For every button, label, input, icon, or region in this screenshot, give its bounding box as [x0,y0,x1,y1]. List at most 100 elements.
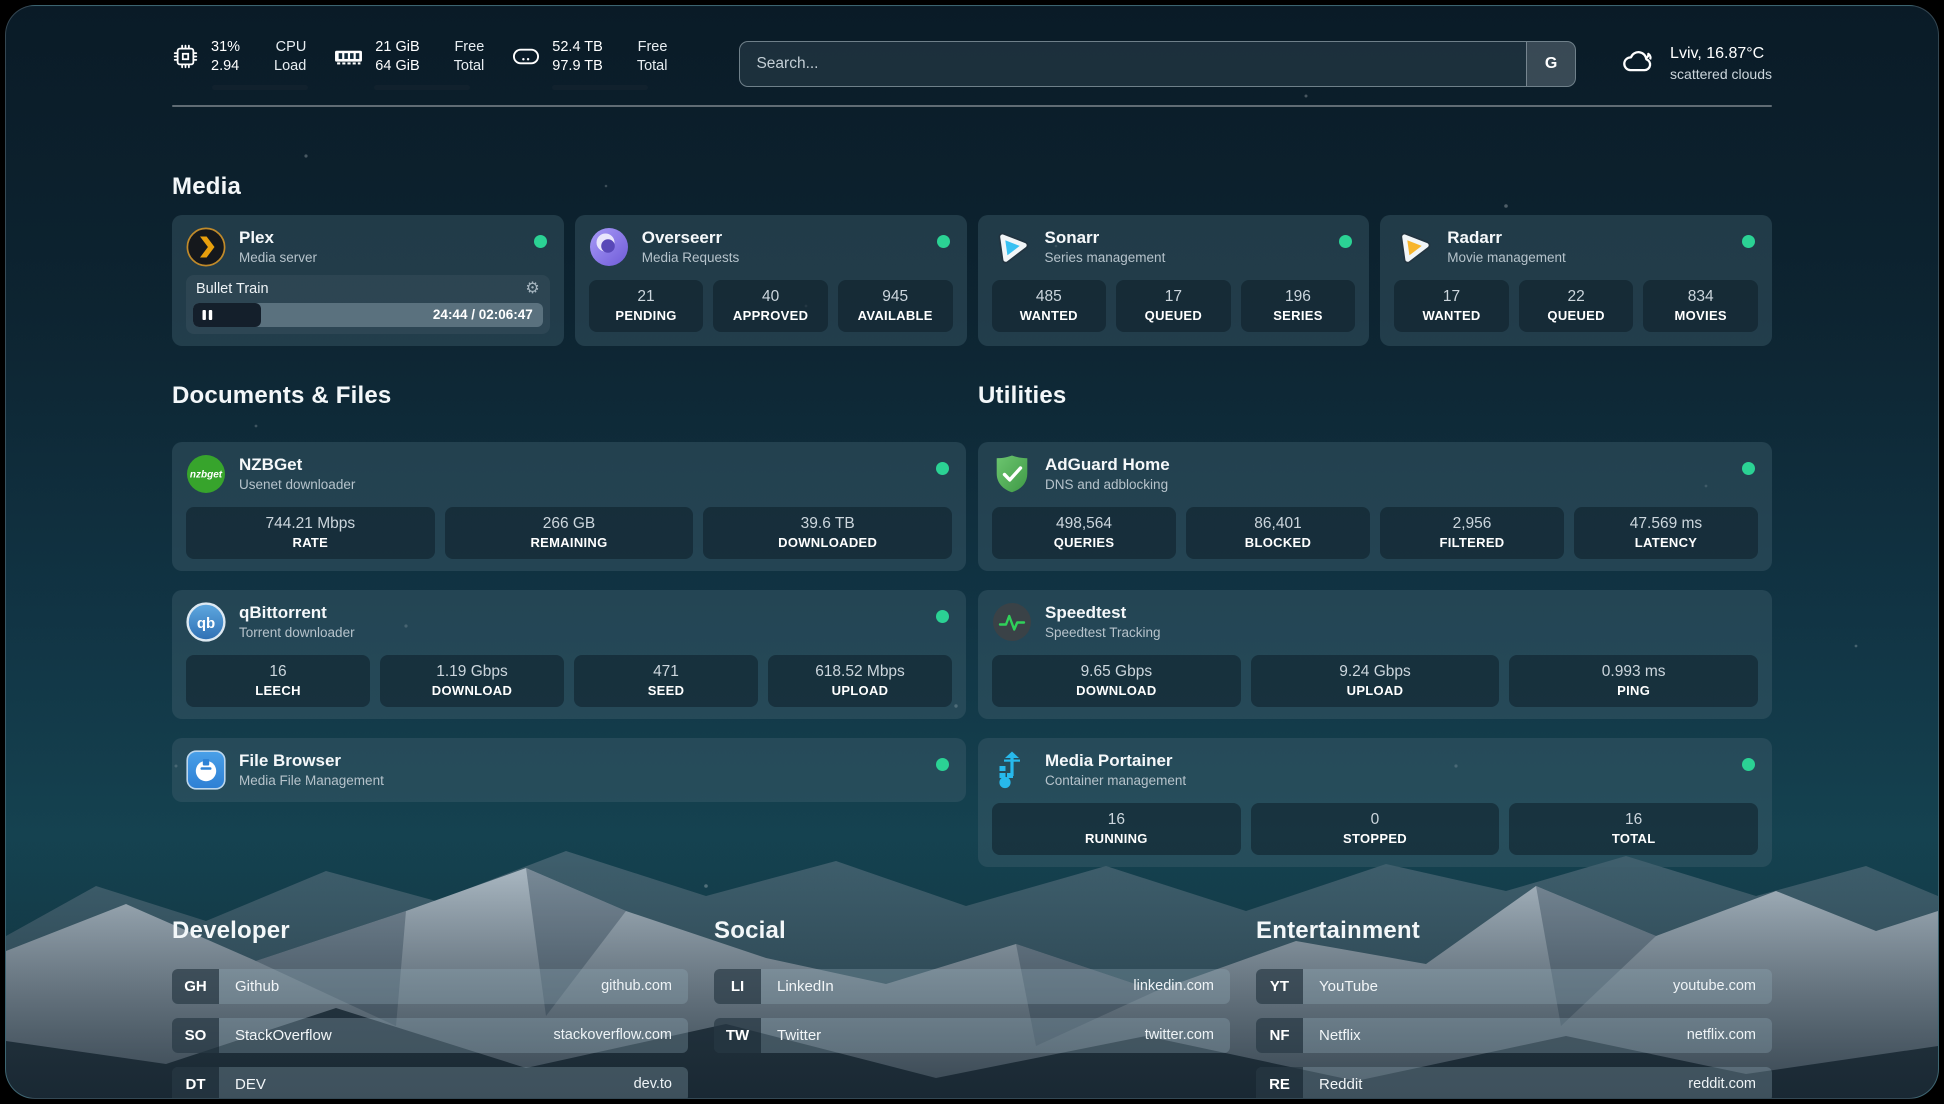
app-name: Speedtest [1045,603,1161,623]
stat-filtered: 2,956 FILTERED [1380,507,1564,559]
gear-icon[interactable]: ⚙ [525,281,539,297]
bookmark-url: netflix.com [1687,1027,1772,1043]
bookmark-name: DEV [219,1076,634,1093]
stat-download: 1.19 Gbps DOWNLOAD [380,655,564,707]
weather-condition: scattered clouds [1670,65,1772,83]
disk-free-value: 52.4 TB [552,38,603,57]
portainer-icon [992,750,1032,790]
svg-text:nzbget: nzbget [190,469,223,480]
stat-queued: 22 QUEUED [1519,280,1634,332]
cpu-progress-bar [212,85,308,90]
ram-total-label: Total [454,57,485,76]
bookmark-reddit[interactable]: RE Reddit reddit.com [1256,1067,1772,1099]
search-engine-button[interactable]: G [1526,42,1575,86]
app-desc: Media File Management [239,773,384,788]
entertainment-section-title: Entertainment [1256,917,1772,945]
filebrowser-icon [186,750,226,790]
bookmark-netflix[interactable]: NF Netflix netflix.com [1256,1018,1772,1053]
bookmark-name: YouTube [1303,978,1673,995]
bookmark-name: Github [219,978,601,995]
status-dot [1742,235,1755,248]
disk-total-value: 97.9 TB [552,57,603,76]
stat-upload: 618.52 Mbps UPLOAD [768,655,952,707]
svg-text:qb: qb [197,615,215,632]
ram-progress-bar [374,85,470,90]
disk-free-label: Free [637,38,668,57]
bookmark-url: youtube.com [1673,978,1772,994]
bookmark-youtube[interactable]: YT YouTube youtube.com [1256,969,1772,1004]
app-name: Overseerr [642,228,740,248]
section-media: Media Plex Media server [172,173,1772,346]
app-name: qBittorrent [239,603,355,623]
app-name: AdGuard Home [1045,455,1170,475]
app-card-adguard[interactable]: AdGuard Home DNS and adblocking 498,564 … [978,442,1772,571]
stat-download: 9.65 Gbps DOWNLOAD [992,655,1241,707]
developer-section-title: Developer [172,917,688,945]
status-dot [534,235,547,248]
ram-stat: 21 GiB 64 GiB Free Total [334,38,484,90]
bookmark-name: StackOverflow [219,1027,554,1044]
bookmark-twitter[interactable]: TW Twitter twitter.com [714,1018,1230,1053]
app-card-plex[interactable]: Plex Media server Bullet Train ⚙ [172,215,564,346]
bookmark-github[interactable]: GH Github github.com [172,969,688,1004]
bookmark-name: Netflix [1303,1027,1687,1044]
app-card-nzbget[interactable]: nzbget NZBGet Usenet downloader 744.21 M… [172,442,966,571]
app-name: Plex [239,228,317,248]
search-bar: G [739,41,1576,87]
stat-latency: 47.569 ms LATENCY [1574,507,1758,559]
utilities-section-title: Utilities [978,382,1772,410]
app-card-portainer[interactable]: Media Portainer Container management 16 … [978,738,1772,867]
app-card-filebrowser[interactable]: File Browser Media File Management [172,738,966,802]
app-desc: Container management [1045,773,1186,788]
stat-running: 16 RUNNING [992,803,1241,855]
search-input[interactable] [740,42,1526,86]
app-card-sonarr[interactable]: Sonarr Series management 485 WANTED 17 Q… [978,215,1370,346]
app-card-qbittorrent[interactable]: qb qBittorrent Torrent downloader 16 LEE… [172,590,966,719]
stat-wanted: 17 WANTED [1394,280,1509,332]
bookmark-url: twitter.com [1145,1027,1230,1043]
stat-downloaded: 39.6 TB DOWNLOADED [703,507,952,559]
bookmark-url: linkedin.com [1133,978,1230,994]
bookmark-dev[interactable]: DT DEV dev.to [172,1067,688,1099]
app-card-overseerr[interactable]: Overseerr Media Requests 21 PENDING 40 A… [575,215,967,346]
app-card-radarr[interactable]: Radarr Movie management 17 WANTED 22 QUE… [1380,215,1772,346]
pause-icon[interactable] [202,309,213,321]
ram-total-value: 64 GiB [375,57,419,76]
media-section-title: Media [172,173,1772,201]
app-name: Radarr [1447,228,1566,248]
stat-rate: 744.21 Mbps RATE [186,507,435,559]
radarr-icon [1394,227,1434,267]
cloud-icon [1620,47,1657,80]
header-divider [172,105,1772,107]
stat-stopped: 0 STOPPED [1251,803,1500,855]
section-developer: Developer GH Github github.com SO StackO… [172,917,688,1099]
cpu-percent: 31% [211,38,240,57]
cpu-icon [172,43,199,70]
plex-now-playing: Bullet Train ⚙ 24:44 / 02:06:47 [186,275,550,334]
ram-free-value: 21 GiB [375,38,419,57]
cpu-stat: 31% 2.94 CPU Load [172,38,306,90]
bookmark-stackoverflow[interactable]: SO StackOverflow stackoverflow.com [172,1018,688,1053]
playback-time: 24:44 / 02:06:47 [433,303,533,327]
stat-approved: 40 APPROVED [713,280,828,332]
app-card-speedtest[interactable]: Speedtest Speedtest Tracking 9.65 Gbps D… [978,590,1772,719]
stat-ping: 0.993 ms PING [1509,655,1758,707]
weather-widget: Lviv, 16.87°C scattered clouds [1620,44,1772,83]
stat-queued: 17 QUEUED [1116,280,1231,332]
overseerr-icon [589,227,629,267]
status-dot [937,235,950,248]
app-desc: Usenet downloader [239,477,355,492]
dashboard: 31% 2.94 CPU Load 21 GiB 64 GiB F [5,5,1939,1099]
cpu-load-value: 2.94 [211,57,240,76]
nzbget-icon: nzbget [186,454,226,494]
app-desc: Movie management [1447,250,1566,265]
stat-total: 16 TOTAL [1509,803,1758,855]
bookmark-url: reddit.com [1688,1076,1772,1092]
app-name: File Browser [239,751,384,771]
app-name: Sonarr [1045,228,1166,248]
speedtest-icon [992,602,1032,642]
section-utilities: Utilities AdGuard Home DNS and adblockin… [978,382,1772,867]
bookmark-abbr: TW [714,1018,761,1053]
app-name: Media Portainer [1045,751,1186,771]
bookmark-linkedin[interactable]: LI LinkedIn linkedin.com [714,969,1230,1004]
